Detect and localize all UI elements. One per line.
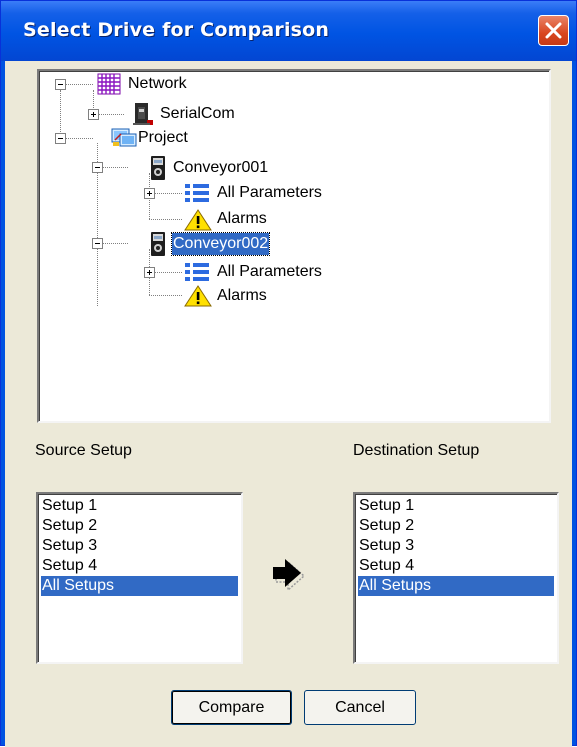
drive-icon — [151, 156, 165, 180]
dialog-body: Network SerialCom Project Conveyor001 Al… — [5, 61, 572, 747]
drive-icon — [151, 232, 165, 256]
close-button[interactable] — [538, 15, 569, 46]
tree-item-alarms[interactable]: Alarms — [216, 285, 268, 307]
project-icon — [111, 128, 137, 147]
tree-item-serialcom[interactable]: SerialCom — [159, 103, 236, 125]
right-arrow-icon — [273, 559, 306, 591]
conveyor001-collapse-toggle[interactable] — [92, 162, 103, 173]
source-setup-list[interactable]: Setup 1 Setup 2 Setup 3 Setup 4 All Setu… — [36, 492, 243, 664]
close-icon — [545, 22, 562, 39]
list-item[interactable]: All Setups — [41, 576, 238, 596]
network-grid-icon — [97, 73, 121, 95]
cancel-button[interactable]: Cancel — [304, 690, 416, 725]
list-item[interactable]: Setup 4 — [41, 556, 238, 576]
list-item[interactable]: Setup 3 — [358, 536, 554, 556]
list-item[interactable]: All Setups — [358, 576, 554, 596]
warning-icon — [184, 209, 212, 231]
compare-button[interactable]: Compare — [171, 690, 292, 725]
warning-icon — [184, 285, 212, 307]
list-item[interactable]: Setup 4 — [358, 556, 554, 576]
parameter-list-icon — [185, 263, 209, 281]
all-params-2-expand-toggle[interactable] — [144, 267, 155, 278]
serial-port-icon — [133, 103, 153, 125]
project-collapse-toggle[interactable] — [55, 133, 66, 144]
list-item[interactable]: Setup 2 — [358, 516, 554, 536]
list-item[interactable]: Setup 1 — [41, 496, 238, 516]
dialog-window: Select Drive for Comparison Network Seri… — [0, 0, 577, 747]
list-item[interactable]: Setup 3 — [41, 536, 238, 556]
tree-item-all-parameters[interactable]: All Parameters — [216, 261, 323, 283]
parameter-list-icon — [185, 184, 209, 202]
destination-setup-list[interactable]: Setup 1 Setup 2 Setup 3 Setup 4 All Setu… — [353, 492, 559, 664]
tree-item-conveyor002[interactable]: Conveyor002 — [170, 232, 271, 256]
tree-item-alarms[interactable]: Alarms — [216, 208, 268, 230]
network-collapse-toggle[interactable] — [55, 79, 66, 90]
tree-item-network[interactable]: Network — [127, 73, 188, 95]
tree-item-all-parameters[interactable]: All Parameters — [216, 182, 323, 204]
tree-item-project[interactable]: Project — [137, 127, 189, 149]
all-params-1-expand-toggle[interactable] — [144, 188, 155, 199]
conveyor002-collapse-toggle[interactable] — [92, 238, 103, 249]
tree-item-conveyor001[interactable]: Conveyor001 — [172, 157, 269, 179]
source-setup-label: Source Setup — [35, 442, 132, 459]
list-item[interactable]: Setup 1 — [358, 496, 554, 516]
serialcom-expand-toggle[interactable] — [88, 109, 99, 120]
list-item[interactable]: Setup 2 — [41, 516, 238, 536]
title-bar[interactable]: Select Drive for Comparison — [1, 1, 576, 61]
destination-setup-label: Destination Setup — [353, 442, 480, 459]
drive-tree[interactable]: Network SerialCom Project Conveyor001 Al… — [37, 69, 551, 423]
dialog-title: Select Drive for Comparison — [23, 19, 330, 41]
